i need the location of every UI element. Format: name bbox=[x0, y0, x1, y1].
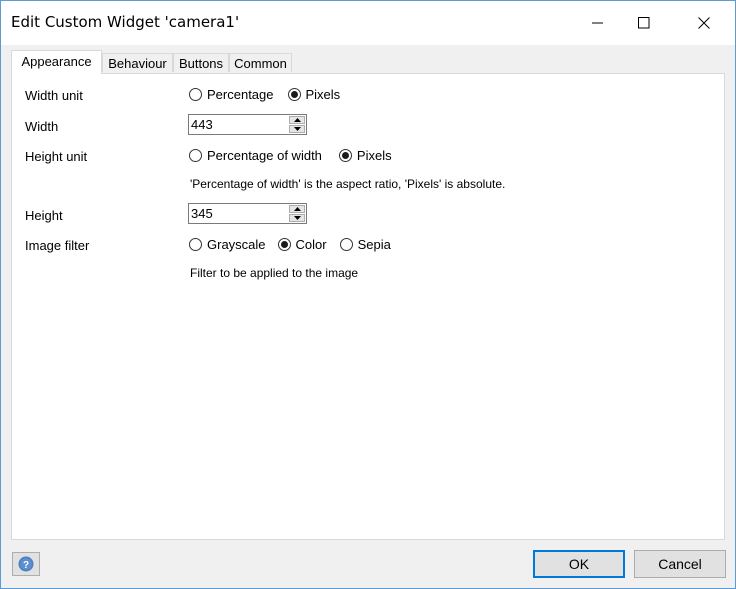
width-unit-pixels-radio[interactable]: Pixels bbox=[287, 87, 341, 102]
height-label: Height bbox=[25, 208, 63, 223]
width-spin-arrows bbox=[289, 116, 305, 133]
spin-down-icon bbox=[294, 127, 301, 131]
image-filter-hint: Filter to be applied to the image bbox=[190, 266, 359, 280]
height-unit-radio-group: Percentage of width Pixels bbox=[189, 148, 406, 163]
ok-button[interactable]: OK bbox=[533, 550, 625, 578]
title-bar: Edit Custom Widget 'camera1' bbox=[1, 1, 735, 45]
width-input[interactable] bbox=[190, 116, 287, 133]
height-unit-pixels-radio[interactable]: Pixels bbox=[338, 148, 392, 163]
window-title: Edit Custom Widget 'camera1' bbox=[11, 13, 240, 31]
radio-circle bbox=[189, 88, 202, 101]
radio-circle bbox=[287, 88, 301, 101]
width-spinbox bbox=[188, 114, 307, 135]
radio-label: Pixels bbox=[356, 148, 392, 163]
maximize-icon bbox=[638, 17, 650, 29]
radio-circle bbox=[189, 238, 202, 251]
help-icon: ? bbox=[18, 556, 34, 572]
height-spin-arrows bbox=[289, 205, 305, 222]
width-unit-percentage-radio[interactable]: Percentage bbox=[189, 87, 274, 102]
maximize-button[interactable] bbox=[621, 1, 667, 45]
width-label: Width bbox=[25, 119, 59, 134]
radio-label: Grayscale bbox=[207, 237, 266, 252]
appearance-panel: Width unit Percentage Pixels Width 443 H… bbox=[11, 73, 725, 540]
radio-label: Color bbox=[295, 237, 327, 252]
radio-label: Sepia bbox=[357, 237, 391, 252]
height-unit-label: Height unit bbox=[25, 149, 88, 164]
tab-common[interactable]: Common bbox=[229, 53, 292, 72]
image-filter-label: Image filter bbox=[25, 238, 90, 253]
svg-text:?: ? bbox=[23, 560, 29, 571]
image-filter-radio-group: Grayscale Color Sepia bbox=[189, 237, 405, 252]
close-icon bbox=[698, 17, 710, 29]
radio-circle bbox=[189, 149, 202, 162]
radio-circle bbox=[339, 238, 353, 251]
width-increment-button[interactable] bbox=[289, 116, 305, 124]
help-button[interactable]: ? bbox=[12, 552, 40, 576]
radio-circle bbox=[338, 149, 352, 162]
dialog-window: Edit Custom Widget 'camera1' Appearance … bbox=[0, 0, 736, 589]
radio-label: Pixels bbox=[305, 87, 341, 102]
filter-grayscale-radio[interactable]: Grayscale bbox=[189, 237, 266, 252]
spin-up-icon bbox=[294, 207, 301, 211]
height-spinbox bbox=[188, 203, 307, 224]
tab-appearance[interactable]: Appearance bbox=[11, 50, 102, 74]
radio-circle bbox=[277, 238, 291, 251]
minimize-icon bbox=[592, 22, 603, 24]
height-input[interactable] bbox=[190, 205, 287, 222]
height-increment-button[interactable] bbox=[289, 205, 305, 213]
spin-up-icon bbox=[294, 118, 301, 122]
minimize-button[interactable] bbox=[575, 1, 621, 45]
radio-label: Percentage of width bbox=[207, 148, 322, 163]
filter-sepia-radio[interactable]: Sepia bbox=[339, 237, 391, 252]
height-unit-percentage-radio[interactable]: Percentage of width bbox=[189, 148, 322, 163]
cancel-button[interactable]: Cancel bbox=[634, 550, 726, 578]
radio-label: Percentage bbox=[207, 87, 274, 102]
width-unit-radio-group: Percentage Pixels bbox=[189, 87, 354, 102]
width-decrement-button[interactable] bbox=[289, 125, 305, 133]
height-decrement-button[interactable] bbox=[289, 214, 305, 222]
spin-down-icon bbox=[294, 216, 301, 220]
filter-color-radio[interactable]: Color bbox=[277, 237, 327, 252]
tab-buttons[interactable]: Buttons bbox=[173, 53, 229, 72]
width-unit-label: Width unit bbox=[25, 88, 83, 103]
tab-behaviour[interactable]: Behaviour bbox=[102, 53, 173, 72]
close-button[interactable] bbox=[681, 1, 727, 45]
height-unit-hint: 'Percentage of width' is the aspect rati… bbox=[190, 177, 506, 191]
